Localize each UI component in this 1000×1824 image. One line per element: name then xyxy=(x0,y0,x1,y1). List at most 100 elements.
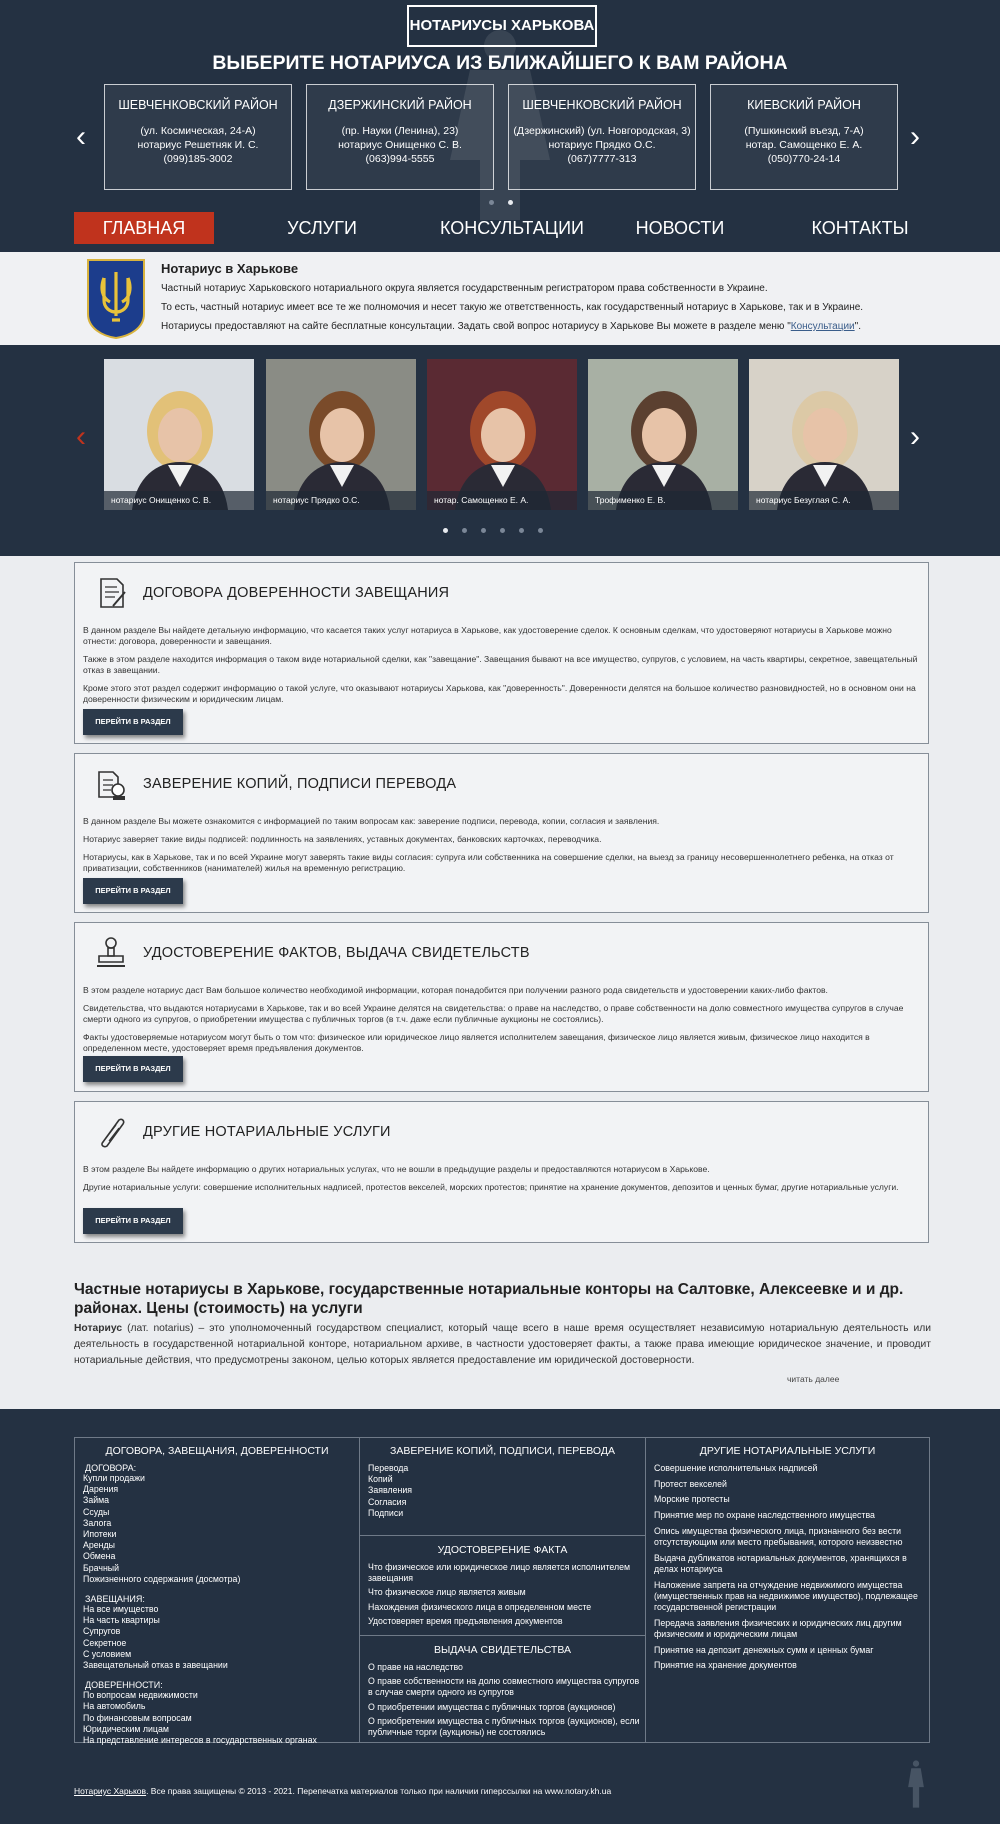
notary-photo-card[interactable]: Трофименко Е. В. xyxy=(588,359,738,510)
footer-link[interactable]: Заявления xyxy=(360,1485,645,1496)
footer-link[interactable]: Займа xyxy=(75,1495,359,1506)
district-card[interactable]: Шевченковский район (ул. Космическая, 24… xyxy=(104,84,292,190)
footer-link[interactable]: С условием xyxy=(75,1649,359,1660)
read-more-link[interactable]: читать далее xyxy=(787,1374,839,1384)
footer-link[interactable]: Обмена xyxy=(75,1551,359,1562)
footer-link[interactable]: Морские протесты xyxy=(646,1494,929,1505)
article-term: Нотариус xyxy=(74,1323,123,1334)
footer-link[interactable]: По финансовым вопросам xyxy=(75,1713,359,1724)
footer-link[interactable]: Перевода xyxy=(360,1463,645,1474)
footer-link[interactable]: Совершение исполнительных надписей xyxy=(646,1463,929,1474)
district-phone[interactable]: (067)7777-313 xyxy=(509,152,695,166)
footer-link[interactable]: Копий xyxy=(360,1474,645,1485)
nav-contacts[interactable]: Контакты xyxy=(800,212,920,244)
footer-link[interactable]: Аренды xyxy=(75,1540,359,1551)
footer-link[interactable]: О праве на наследство xyxy=(360,1662,645,1673)
service-paragraph: Также в этом разделе находится информаци… xyxy=(83,654,918,675)
footer-link[interactable]: Ипотеки xyxy=(75,1529,359,1540)
carousel-dot[interactable] xyxy=(519,528,524,533)
footer-link[interactable]: Принятие на хранение документов xyxy=(646,1660,929,1671)
footer-link[interactable]: По вопросам недвижимости xyxy=(75,1690,359,1701)
nav-home[interactable]: Главная xyxy=(74,212,214,244)
footer-link[interactable]: Что физическое лицо является живым xyxy=(360,1587,645,1598)
carousel-dot-active[interactable] xyxy=(443,528,448,533)
district-address: (Пушкинский въезд, 7-А) xyxy=(744,125,864,137)
footer-certs-list: О праве на наследство О праве собственнос… xyxy=(360,1662,645,1738)
footer-link[interactable]: Наложение запрета на отчуждение недвижим… xyxy=(646,1580,929,1614)
go-to-section-button[interactable]: ПЕРЕЙТИ В РАЗДЕЛ xyxy=(83,878,183,904)
notary-caption: нотариус Безуглая С. А. xyxy=(749,491,899,510)
footer-link[interactable]: Принятие на депозит денежных сумм и ценн… xyxy=(646,1645,929,1656)
district-phone[interactable]: (050)770-24-14 xyxy=(711,152,897,166)
footer-link[interactable]: На представление интересов в государстве… xyxy=(75,1735,359,1746)
footer-link[interactable]: Подписи xyxy=(360,1508,645,1519)
nav-services[interactable]: Услуги xyxy=(262,212,382,244)
district-card[interactable]: Киевский район (Пушкинский въезд, 7-А) н… xyxy=(710,84,898,190)
go-to-section-button[interactable]: ПЕРЕЙТИ В РАЗДЕЛ xyxy=(83,1208,183,1234)
notary-photo-card[interactable]: нотариус Безуглая С. А. xyxy=(749,359,899,510)
district-prev-arrow-icon[interactable]: ‹ xyxy=(76,122,86,152)
footer-link[interactable]: О приобретении имущества с публичных тор… xyxy=(360,1702,645,1713)
notary-portrait-icon xyxy=(777,391,873,510)
nav-consultations[interactable]: Консультации xyxy=(422,212,602,244)
footer-link[interactable]: Удостоверяет время предъявления документ… xyxy=(360,1616,645,1627)
notary-photo-card[interactable]: нотариус Прядко О.С. xyxy=(266,359,416,510)
carousel-next-arrow-icon[interactable]: › xyxy=(910,422,920,452)
footer-link[interactable]: Секретное xyxy=(75,1638,359,1649)
nav-news[interactable]: Новости xyxy=(620,212,740,244)
district-address: (ул. Космическая, 24-А) xyxy=(140,125,256,137)
article-title: Частные нотариусы в Харькове, государств… xyxy=(74,1281,904,1317)
service-description: В этом разделе Вы найдете информацию о д… xyxy=(83,1164,920,1200)
footer-link[interactable]: На все имущество xyxy=(75,1604,359,1615)
district-phone[interactable]: (063)994-5555 xyxy=(307,152,493,166)
carousel-dot-active[interactable] xyxy=(508,200,513,205)
footer-link[interactable]: Нахождения физического лица в определенн… xyxy=(360,1602,645,1613)
district-address: (пр. Науки (Ленина), 23) xyxy=(341,125,459,137)
district-next-arrow-icon[interactable]: › xyxy=(910,122,920,152)
intro-title: Нотариус в Харькове xyxy=(161,261,299,276)
footer-link[interactable]: На автомобиль xyxy=(75,1701,359,1712)
footer-link[interactable]: Пожизненного содержания (досмотра) xyxy=(75,1574,359,1585)
notary-photo-card[interactable]: нотар. Самощенко Е. А. xyxy=(427,359,577,510)
site-logo-title[interactable]: НОТАРИУСЫ ХАРЬКОВА xyxy=(407,5,597,47)
footer-link[interactable]: Юридическим лицам xyxy=(75,1724,359,1735)
footer-link[interactable]: Передача заявления физических и юридичес… xyxy=(646,1618,929,1640)
footer-col-other: ДРУГИЕ НОТАРИАЛЬНЫЕ УСЛУГИ Совершение ис… xyxy=(645,1437,930,1743)
footer-link[interactable]: Купли продажи xyxy=(75,1473,359,1484)
footer-link[interactable]: Выдача дубликатов нотариальных документо… xyxy=(646,1553,929,1575)
footer-group-title: ДОГОВОРА: xyxy=(85,1463,137,1473)
footer-link[interactable]: О приобретении имущества с публичных тор… xyxy=(360,1716,645,1738)
footer-link[interactable]: Согласия xyxy=(360,1497,645,1508)
carousel-dot[interactable] xyxy=(489,200,494,205)
district-phone[interactable]: (099)185-3002 xyxy=(105,152,291,166)
go-to-section-button[interactable]: ПЕРЕЙТИ В РАЗДЕЛ xyxy=(83,709,183,735)
go-to-section-button[interactable]: ПЕРЕЙТИ В РАЗДЕЛ xyxy=(83,1056,183,1082)
footer-link[interactable]: Что физическое или юридическое лицо явля… xyxy=(360,1562,645,1584)
carousel-prev-arrow-icon[interactable]: ‹ xyxy=(76,422,86,452)
consultations-link[interactable]: Консультации xyxy=(791,321,855,332)
intro-text-end: ". xyxy=(854,321,861,332)
service-title: ДРУГИЕ НОТАРИАЛЬНЫЕ УСЛУГИ xyxy=(143,1124,391,1140)
district-card[interactable]: Дзержинский район (пр. Науки (Ленина), 2… xyxy=(306,84,494,190)
carousel-dot[interactable] xyxy=(538,528,543,533)
district-card[interactable]: Шевченковский район (Дзержинский) (ул. Н… xyxy=(508,84,696,190)
footer-link[interactable]: Брачный xyxy=(75,1563,359,1574)
footer-link[interactable]: Протест векселей xyxy=(646,1479,929,1490)
footer-link[interactable]: Супругов xyxy=(75,1626,359,1637)
footer-link[interactable]: Дарения xyxy=(75,1484,359,1495)
scroll-icon xyxy=(101,1118,125,1148)
footer: ДОГОВОРА, ЗАВЕЩАНИЯ, ДОВЕРЕННОСТИ ДОГОВО… xyxy=(0,1409,1000,1824)
notary-photo-card[interactable]: нотариус Онищенко С. В. xyxy=(104,359,254,510)
intro-section: Нотариус в Харькове Частный нотариус Хар… xyxy=(0,252,1000,345)
footer-link[interactable]: Завещательный отказ в завещании xyxy=(75,1660,359,1671)
footer-link[interactable]: На часть квартиры xyxy=(75,1615,359,1626)
footer-link[interactable]: Залога xyxy=(75,1518,359,1529)
footer-link[interactable]: Опись имущества физического лица, призна… xyxy=(646,1526,929,1548)
footer-link[interactable]: Принятие мер по охране наследственного и… xyxy=(646,1510,929,1521)
footer-link[interactable]: Ссуды xyxy=(75,1507,359,1518)
carousel-dot[interactable] xyxy=(462,528,467,533)
carousel-dot[interactable] xyxy=(500,528,505,533)
footer-link[interactable]: О праве собственности на долю совместног… xyxy=(360,1676,645,1698)
copyright-home-link[interactable]: Нотариус Харьков xyxy=(74,1786,146,1796)
carousel-dot[interactable] xyxy=(481,528,486,533)
